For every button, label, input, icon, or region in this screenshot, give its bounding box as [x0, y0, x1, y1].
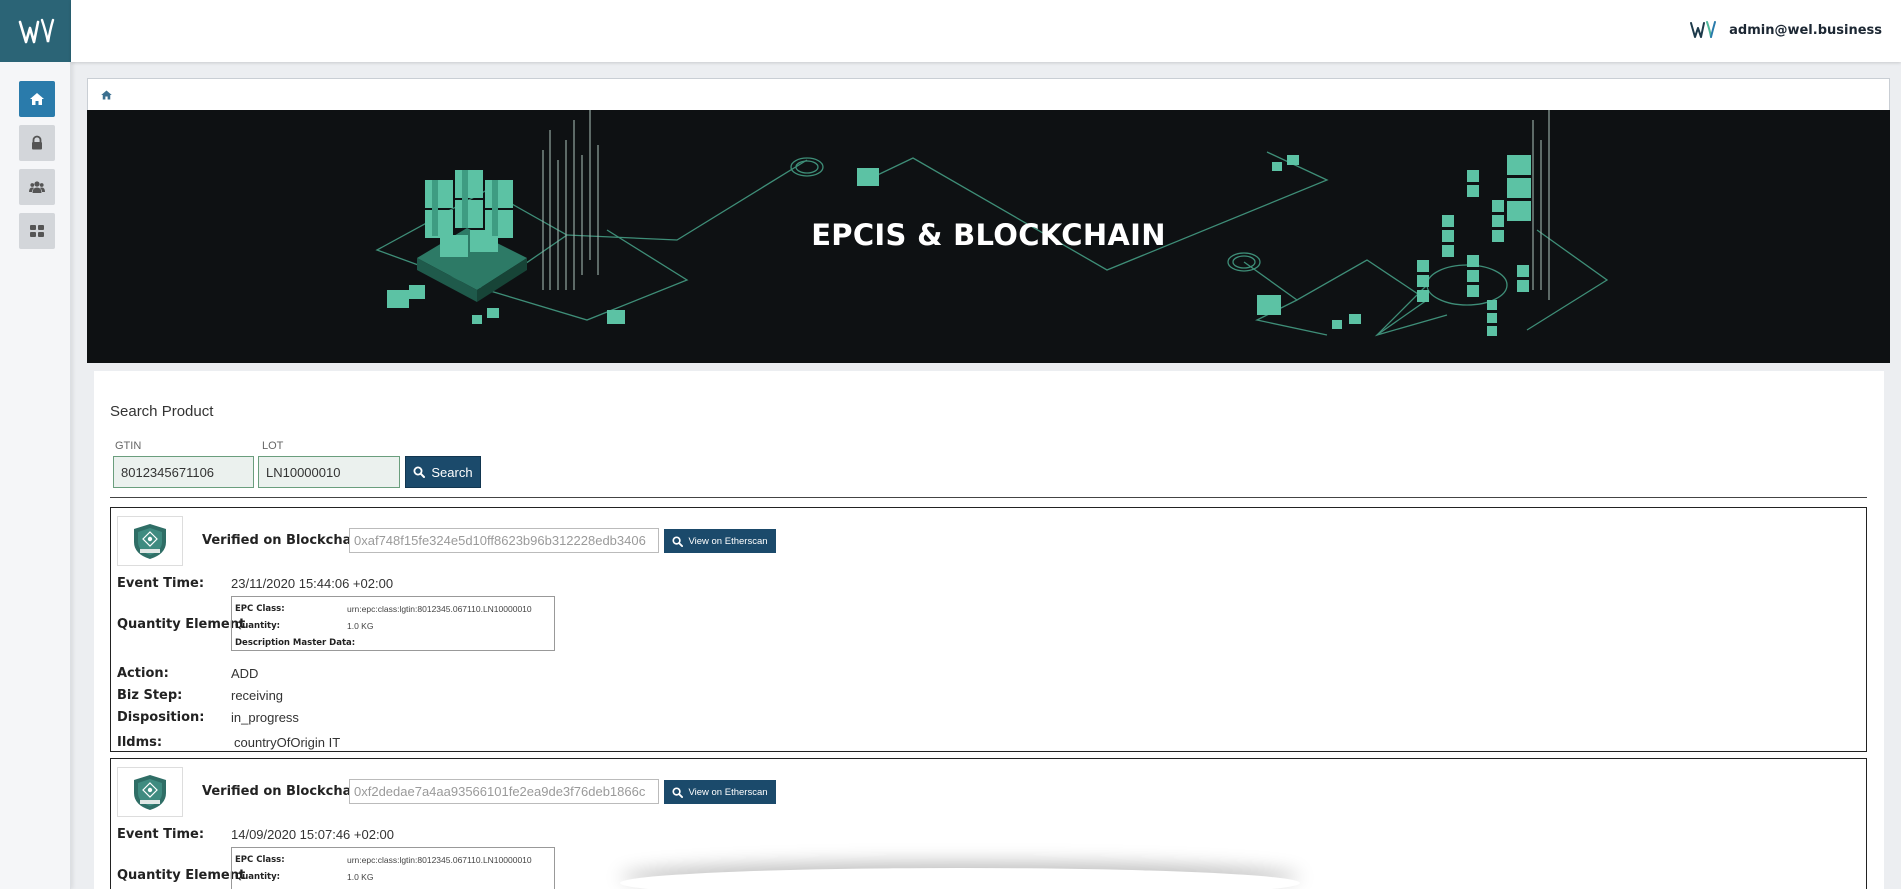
- search-icon: [672, 535, 684, 547]
- app-logo[interactable]: [0, 0, 71, 62]
- view-etherscan-button[interactable]: View on Etherscan: [664, 780, 776, 804]
- verified-label: Verified on Blockchain:: [202, 533, 371, 548]
- lot-input[interactable]: LN10000010: [258, 456, 400, 488]
- sidebar-item-users[interactable]: [19, 169, 55, 205]
- blockchain-badge-icon: [117, 516, 183, 566]
- quantity-label: Quantity:: [235, 871, 281, 882]
- home-icon: [30, 93, 44, 105]
- action-value: ADD: [231, 666, 259, 681]
- quantity-label: Quantity:: [235, 620, 281, 631]
- grid-icon: [30, 225, 44, 237]
- biz-step-label: Biz Step:: [117, 688, 183, 703]
- verified-label: Verified on Blockchain:: [202, 784, 371, 799]
- gtin-label: GTIN: [115, 440, 142, 452]
- quantity-element-label: Quantity Element: [117, 617, 246, 632]
- search-button[interactable]: Search: [405, 456, 481, 488]
- main-panel: Search Product GTIN 8012345671106 LOT LN…: [94, 371, 1884, 889]
- sidebar-nav: [19, 81, 55, 257]
- view-etherscan-button[interactable]: View on Etherscan: [664, 529, 776, 553]
- tx-hash-field[interactable]: 0xf2dedae7a4aa93566101fe2ea9de3f76deb186…: [349, 779, 659, 804]
- event-time-label: Event Time:: [117, 576, 205, 591]
- event-card: Verified on Blockchain: 0xaf748f15fe324e…: [110, 507, 1867, 752]
- blockchain-badge-icon: [117, 767, 183, 817]
- brand-logo-icon: [1690, 21, 1717, 38]
- etherscan-label: View on Etherscan: [688, 535, 768, 547]
- quantity-element-box: EPC Class: urn:epc:class:lgtin:8012345.06…: [231, 596, 555, 651]
- epc-class-label: EPC Class:: [235, 854, 285, 865]
- user-email: admin@wel.business: [1729, 22, 1882, 38]
- ildms-value: countryOfOrigin IT: [234, 735, 341, 750]
- quantity-element-label: Quantity Element: [117, 868, 246, 883]
- lot-label: LOT: [262, 440, 284, 452]
- gtin-input[interactable]: 8012345671106: [113, 456, 254, 488]
- biz-step-value: receiving: [231, 688, 284, 703]
- users-icon: [29, 181, 45, 193]
- epc-class-label: EPC Class:: [235, 603, 285, 614]
- event-time-label: Event Time:: [117, 827, 205, 842]
- lock-icon: [32, 135, 42, 150]
- search-button-label: Search: [431, 464, 473, 480]
- hero-banner: EPCIS & BLOCKCHAIN: [87, 110, 1890, 363]
- home-icon[interactable]: [100, 89, 113, 101]
- tx-hash-field[interactable]: 0xaf748f15fe324e5d10ff8623b96b312228edb3…: [349, 528, 659, 553]
- event-time-value: 23/11/2020 15:44:06 +02:00: [231, 576, 394, 591]
- event-time-value: 14/09/2020 15:07:46 +02:00: [231, 827, 395, 842]
- description-label: Description Master Data:: [235, 637, 356, 648]
- action-label: Action:: [117, 666, 169, 681]
- quantity-element-box: EPC Class: urn:epc:class:lgtin:8012345.06…: [231, 847, 555, 889]
- topbar: admin@wel.business: [71, 0, 1901, 62]
- quantity-value: 1.0 KG: [347, 620, 374, 631]
- divider: [110, 497, 1867, 498]
- quantity-value: 1.0 KG: [347, 871, 374, 882]
- sidebar-item-dashboard[interactable]: [19, 213, 55, 249]
- breadcrumb: [87, 78, 1890, 110]
- epc-class-value: urn:epc:class:lgtin:8012345.067110.LN100…: [347, 854, 532, 865]
- sidebar: [0, 0, 71, 889]
- search-title: Search Product: [110, 403, 214, 420]
- etherscan-label: View on Etherscan: [688, 786, 768, 798]
- sidebar-item-security[interactable]: [19, 125, 55, 161]
- search-icon: [672, 786, 684, 798]
- search-icon: [413, 466, 426, 478]
- epc-class-value: urn:epc:class:lgtin:8012345.067110.LN100…: [347, 603, 532, 614]
- w-logo-icon: [18, 18, 54, 44]
- disposition-value: in_progress: [231, 710, 299, 725]
- sidebar-item-home[interactable]: [19, 81, 55, 117]
- disposition-label: Disposition:: [117, 710, 205, 725]
- banner-title: EPCIS & BLOCKCHAIN: [811, 218, 1166, 252]
- ildms-label: Ildms:: [117, 735, 163, 750]
- user-menu[interactable]: admin@wel.business: [1689, 20, 1882, 40]
